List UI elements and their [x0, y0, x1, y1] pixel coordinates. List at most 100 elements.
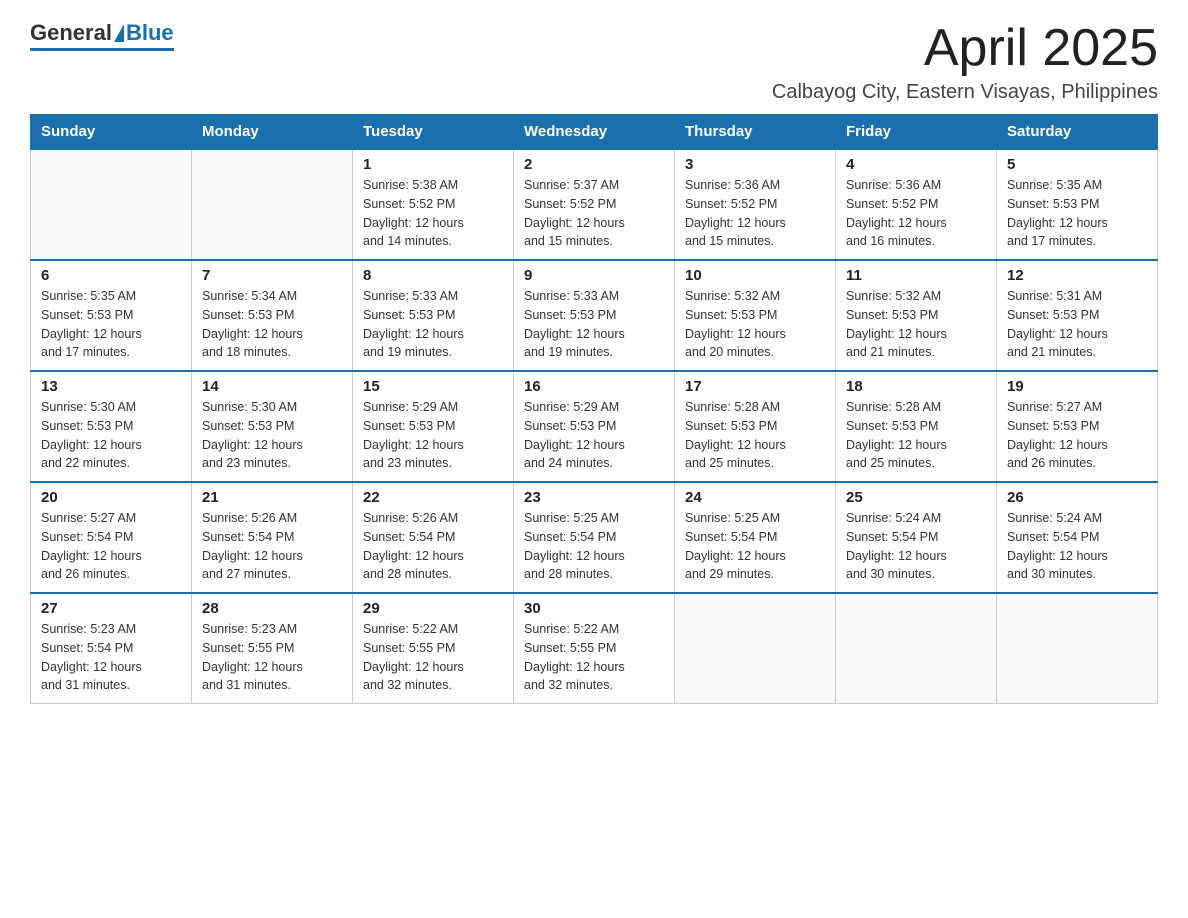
calendar-week-row: 6 Sunrise: 5:35 AMSunset: 5:53 PMDaylight…: [31, 260, 1158, 371]
calendar-day-cell: 3 Sunrise: 5:36 AMSunset: 5:52 PMDaylight…: [675, 149, 836, 260]
calendar-day-cell: [836, 593, 997, 704]
calendar-day-cell: 28 Sunrise: 5:23 AMSunset: 5:55 PMDayligh…: [192, 593, 353, 704]
day-info: Sunrise: 5:25 AMSunset: 5:54 PMDaylight:…: [524, 509, 664, 584]
day-info: Sunrise: 5:32 AMSunset: 5:53 PMDaylight:…: [846, 287, 986, 362]
calendar-week-row: 27Sunrise: 5:23 AMSunset: 5:54 PMDayligh…: [31, 593, 1158, 704]
day-number: 3: [685, 156, 825, 173]
calendar-day-cell: 22Sunrise: 5:26 AMSunset: 5:54 PMDayligh…: [353, 482, 514, 593]
day-info: Sunrise: 5:34 AMSunset: 5:53 PMDaylight:…: [202, 287, 342, 362]
calendar-header-cell: Saturday: [997, 115, 1158, 150]
day-number: 12: [1007, 267, 1147, 284]
day-info: Sunrise: 5:37 AMSunset: 5:52 PMDaylight:…: [524, 176, 664, 251]
calendar-header-cell: Friday: [836, 115, 997, 150]
calendar-day-cell: 5 Sunrise: 5:35 AMSunset: 5:53 PMDaylight…: [997, 149, 1158, 260]
day-info: Sunrise: 5:36 AMSunset: 5:52 PMDaylight:…: [846, 176, 986, 251]
day-number: 8: [363, 267, 503, 284]
calendar-body: 1 Sunrise: 5:38 AMSunset: 5:52 PMDaylight…: [31, 149, 1158, 704]
calendar-day-cell: 17 Sunrise: 5:28 AMSunset: 5:53 PMDayligh…: [675, 371, 836, 482]
day-info: Sunrise: 5:27 AMSunset: 5:54 PMDaylight:…: [41, 509, 181, 584]
day-info: Sunrise: 5:33 AMSunset: 5:53 PMDaylight:…: [363, 287, 503, 362]
day-number: 28: [202, 600, 342, 617]
calendar-day-cell: [675, 593, 836, 704]
calendar-day-cell: 4 Sunrise: 5:36 AMSunset: 5:52 PMDaylight…: [836, 149, 997, 260]
calendar-day-cell: 11 Sunrise: 5:32 AMSunset: 5:53 PMDayligh…: [836, 260, 997, 371]
title-block: April 2025 Calbayog City, Eastern Visaya…: [772, 20, 1158, 104]
day-number: 1: [363, 156, 503, 173]
month-title: April 2025: [772, 20, 1158, 77]
calendar-day-cell: 9 Sunrise: 5:33 AMSunset: 5:53 PMDaylight…: [514, 260, 675, 371]
day-number: 23: [524, 489, 664, 506]
day-number: 13: [41, 378, 181, 395]
calendar-day-cell: 7Sunrise: 5:34 AMSunset: 5:53 PMDaylight…: [192, 260, 353, 371]
day-number: 30: [524, 600, 664, 617]
calendar-header-cell: Monday: [192, 115, 353, 150]
calendar-week-row: 13 Sunrise: 5:30 AMSunset: 5:53 PMDayligh…: [31, 371, 1158, 482]
day-info: Sunrise: 5:35 AMSunset: 5:53 PMDaylight:…: [1007, 176, 1147, 251]
calendar-week-row: 20 Sunrise: 5:27 AMSunset: 5:54 PMDayligh…: [31, 482, 1158, 593]
day-number: 20: [41, 489, 181, 506]
day-number: 21: [202, 489, 342, 506]
calendar-day-cell: 6 Sunrise: 5:35 AMSunset: 5:53 PMDaylight…: [31, 260, 192, 371]
day-info: Sunrise: 5:35 AMSunset: 5:53 PMDaylight:…: [41, 287, 181, 362]
calendar-week-row: 1 Sunrise: 5:38 AMSunset: 5:52 PMDaylight…: [31, 149, 1158, 260]
day-info: Sunrise: 5:22 AMSunset: 5:55 PMDaylight:…: [524, 620, 664, 695]
day-info: Sunrise: 5:26 AMSunset: 5:54 PMDaylight:…: [363, 509, 503, 584]
logo-underline: [30, 48, 174, 51]
day-number: 14: [202, 378, 342, 395]
day-number: 24: [685, 489, 825, 506]
calendar-day-cell: 13 Sunrise: 5:30 AMSunset: 5:53 PMDayligh…: [31, 371, 192, 482]
day-number: 10: [685, 267, 825, 284]
day-info: Sunrise: 5:25 AMSunset: 5:54 PMDaylight:…: [685, 509, 825, 584]
day-number: 26: [1007, 489, 1147, 506]
day-number: 6: [41, 267, 181, 284]
day-number: 19: [1007, 378, 1147, 395]
day-info: Sunrise: 5:23 AMSunset: 5:55 PMDaylight:…: [202, 620, 342, 695]
day-number: 5: [1007, 156, 1147, 173]
day-info: Sunrise: 5:30 AMSunset: 5:53 PMDaylight:…: [41, 398, 181, 473]
calendar-day-cell: 8 Sunrise: 5:33 AMSunset: 5:53 PMDaylight…: [353, 260, 514, 371]
day-info: Sunrise: 5:26 AMSunset: 5:54 PMDaylight:…: [202, 509, 342, 584]
day-info: Sunrise: 5:33 AMSunset: 5:53 PMDaylight:…: [524, 287, 664, 362]
calendar-header-row: SundayMondayTuesdayWednesdayThursdayFrid…: [31, 115, 1158, 150]
day-number: 17: [685, 378, 825, 395]
day-number: 15: [363, 378, 503, 395]
day-number: 25: [846, 489, 986, 506]
day-number: 2: [524, 156, 664, 173]
calendar-day-cell: 27Sunrise: 5:23 AMSunset: 5:54 PMDayligh…: [31, 593, 192, 704]
calendar-day-cell: 2 Sunrise: 5:37 AMSunset: 5:52 PMDaylight…: [514, 149, 675, 260]
calendar-day-cell: 19 Sunrise: 5:27 AMSunset: 5:53 PMDayligh…: [997, 371, 1158, 482]
day-info: Sunrise: 5:36 AMSunset: 5:52 PMDaylight:…: [685, 176, 825, 251]
day-info: Sunrise: 5:28 AMSunset: 5:53 PMDaylight:…: [685, 398, 825, 473]
day-info: Sunrise: 5:27 AMSunset: 5:53 PMDaylight:…: [1007, 398, 1147, 473]
day-info: Sunrise: 5:28 AMSunset: 5:53 PMDaylight:…: [846, 398, 986, 473]
calendar-day-cell: 23 Sunrise: 5:25 AMSunset: 5:54 PMDayligh…: [514, 482, 675, 593]
logo-blue-text: Blue: [126, 20, 174, 46]
day-info: Sunrise: 5:29 AMSunset: 5:53 PMDaylight:…: [363, 398, 503, 473]
day-number: 9: [524, 267, 664, 284]
logo: General Blue: [30, 20, 174, 51]
calendar-day-cell: 15 Sunrise: 5:29 AMSunset: 5:53 PMDayligh…: [353, 371, 514, 482]
day-number: 16: [524, 378, 664, 395]
calendar-header-cell: Thursday: [675, 115, 836, 150]
day-info: Sunrise: 5:24 AMSunset: 5:54 PMDaylight:…: [846, 509, 986, 584]
location-title: Calbayog City, Eastern Visayas, Philippi…: [772, 81, 1158, 104]
calendar-day-cell: 20 Sunrise: 5:27 AMSunset: 5:54 PMDayligh…: [31, 482, 192, 593]
day-number: 4: [846, 156, 986, 173]
calendar-day-cell: 10 Sunrise: 5:32 AMSunset: 5:53 PMDayligh…: [675, 260, 836, 371]
calendar-day-cell: 24 Sunrise: 5:25 AMSunset: 5:54 PMDayligh…: [675, 482, 836, 593]
day-number: 11: [846, 267, 986, 284]
day-number: 27: [41, 600, 181, 617]
day-info: Sunrise: 5:29 AMSunset: 5:53 PMDaylight:…: [524, 398, 664, 473]
day-info: Sunrise: 5:38 AMSunset: 5:52 PMDaylight:…: [363, 176, 503, 251]
day-info: Sunrise: 5:32 AMSunset: 5:53 PMDaylight:…: [685, 287, 825, 362]
calendar-day-cell: [192, 149, 353, 260]
calendar-day-cell: [997, 593, 1158, 704]
day-info: Sunrise: 5:30 AMSunset: 5:53 PMDaylight:…: [202, 398, 342, 473]
calendar-day-cell: 1 Sunrise: 5:38 AMSunset: 5:52 PMDaylight…: [353, 149, 514, 260]
calendar-header-cell: Sunday: [31, 115, 192, 150]
calendar-header-cell: Tuesday: [353, 115, 514, 150]
calendar-day-cell: [31, 149, 192, 260]
calendar-day-cell: 25 Sunrise: 5:24 AMSunset: 5:54 PMDayligh…: [836, 482, 997, 593]
day-info: Sunrise: 5:24 AMSunset: 5:54 PMDaylight:…: [1007, 509, 1147, 584]
calendar-header: SundayMondayTuesdayWednesdayThursdayFrid…: [31, 115, 1158, 150]
